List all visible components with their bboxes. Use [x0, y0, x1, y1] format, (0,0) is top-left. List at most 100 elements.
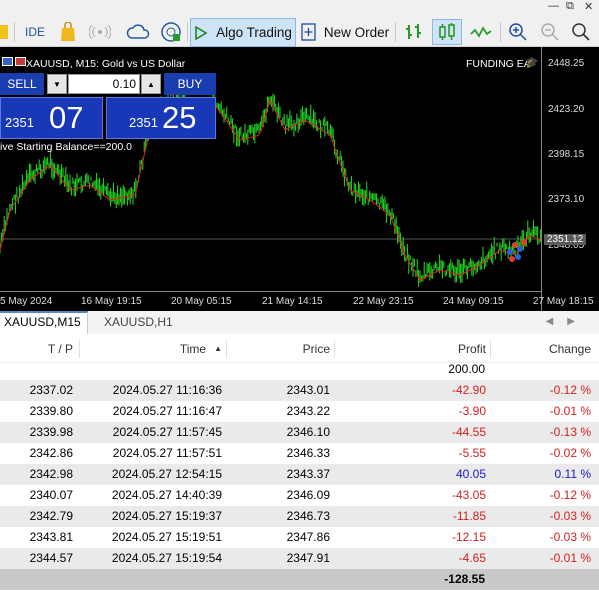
zoom-out-icon[interactable]	[537, 19, 563, 45]
cell-tp: 2344.57	[29, 551, 73, 565]
play-icon	[195, 25, 208, 40]
price-label: 2398.15	[548, 149, 585, 160]
sell-button[interactable]: SELL	[0, 73, 44, 95]
column-separator	[226, 340, 227, 358]
cell-price: 2346.33	[286, 446, 330, 460]
cell-time: 2024.05.27 14:40:39	[111, 488, 222, 502]
ide-label: IDE	[24, 25, 45, 39]
close-icon[interactable]: ✕	[584, 0, 593, 13]
cell-time: 2024.05.27 11:16:36	[112, 383, 222, 397]
tab-scroll-arrows[interactable]: ◀▶	[546, 316, 589, 327]
sell-quote[interactable]: 2351 07	[0, 97, 103, 139]
table-row[interactable]: 2342.79 2024.05.27 15:19:37 2346.73 -11.85 -…	[0, 506, 599, 527]
buy-quote-pips: 25	[162, 100, 197, 135]
table-row[interactable]: 2339.80 2024.05.27 11:16:47 2343.22 -3.90 -0…	[0, 401, 599, 422]
sell-quote-prefix: 2351	[5, 115, 34, 130]
volume-up-button[interactable]: ▲	[141, 74, 161, 94]
cell-tp: 2342.79	[29, 509, 73, 523]
cell-profit: -43.05	[451, 488, 486, 502]
column-separator	[334, 340, 335, 358]
buy-quote[interactable]: 2351 25	[106, 97, 216, 139]
signal-icon[interactable]	[88, 19, 112, 45]
time-label: 22 May 23:15	[353, 296, 414, 307]
time-label: 24 May 09:15	[443, 296, 504, 307]
cell-time: 2024.05.27 15:19:37	[111, 509, 222, 523]
time-label: 20 May 05:15	[171, 296, 232, 307]
volume-input[interactable]: 0.10	[68, 74, 140, 94]
vps-icon[interactable]	[158, 19, 184, 45]
cell-price: 2347.91	[286, 551, 330, 565]
positions-table: T / P Time ▲ Price Profit Change 200.00 2…	[0, 334, 599, 590]
buy-quote-prefix: 2351	[129, 115, 158, 130]
balance-value: 200.00	[448, 362, 485, 376]
cell-tp: 2342.98	[29, 467, 73, 481]
table-row[interactable]: 2344.57 2024.05.27 15:19:54 2347.91 -4.65 -0…	[0, 548, 599, 569]
cell-tp: 2339.80	[29, 404, 73, 418]
cell-price: 2343.01	[286, 383, 330, 397]
separator	[395, 22, 396, 42]
separator	[187, 22, 188, 42]
cell-change: -0.12 %	[549, 488, 591, 502]
table-row[interactable]: 2342.86 2024.05.27 11:57:51 2346.33 -5.55 -0…	[0, 443, 599, 464]
cell-change: -0.12 %	[549, 383, 591, 397]
folder-icon[interactable]	[0, 19, 8, 45]
current-price-label: 2351.12	[544, 234, 587, 245]
line-chart-icon[interactable]	[467, 19, 495, 45]
cell-profit: -12.15	[451, 530, 486, 544]
algo-trading-button[interactable]: Algo Trading	[190, 18, 296, 47]
zoom-in-icon[interactable]	[505, 19, 531, 45]
sell-quote-pips: 07	[49, 100, 84, 135]
trade-marker	[512, 242, 518, 248]
table-row[interactable]: 2343.81 2024.05.27 15:19:51 2347.86 -12.15 -…	[0, 527, 599, 548]
cell-change: -0.03 %	[549, 530, 591, 544]
cell-tp: 2343.81	[29, 530, 73, 544]
shopping-bag-icon[interactable]	[57, 19, 79, 45]
restore-icon[interactable]: ⧉	[566, 0, 574, 13]
search-icon[interactable]	[568, 19, 594, 45]
volume-down-button[interactable]: ▼	[47, 74, 67, 94]
cell-tp: 2337.02	[29, 383, 73, 397]
cell-change: -0.01 %	[549, 404, 591, 418]
chart-tabs: XAUUSD,M15 XAUUSD,H1 ◀▶	[0, 311, 599, 335]
cell-profit: -44.55	[451, 425, 486, 439]
new-order-button[interactable]: New Order	[300, 19, 390, 45]
new-order-icon	[301, 23, 316, 41]
algo-trading-label: Algo Trading	[216, 25, 292, 40]
cell-change: -0.13 %	[549, 425, 591, 439]
price-axis: 2448.25 2423.20 2398.15 2373.10 2348.05 …	[541, 47, 599, 311]
tab-xauusd-h1[interactable]: XAUUSD,H1	[100, 311, 177, 334]
cell-profit: -4.65	[458, 551, 486, 565]
price-label: 2448.25	[548, 58, 585, 69]
time-label: 21 May 14:15	[262, 296, 323, 307]
cell-profit: -11.85	[452, 509, 486, 523]
cell-time: 2024.05.27 12:54:15	[111, 467, 222, 481]
table-row[interactable]: 2339.98 2024.05.27 11:57:45 2346.10 -44.55 -…	[0, 422, 599, 443]
cloud-icon[interactable]	[125, 19, 151, 45]
table-row[interactable]: 2340.07 2024.05.27 14:40:39 2346.09 -43.05 -…	[0, 485, 599, 506]
toolbar: — ⧉ ✕ IDE Algo Trading New Order	[0, 0, 599, 47]
time-axis: 5 May 2024 16 May 19:15 20 May 05:15 21 …	[0, 291, 594, 312]
cell-price: 2343.22	[286, 404, 330, 418]
total-profit: -128.55	[444, 572, 485, 586]
tab-xauusd-m15[interactable]: XAUUSD,M15	[0, 311, 88, 334]
header-time-label: Time	[179, 342, 207, 356]
flag-icon	[2, 57, 13, 66]
cell-profit: 40.05	[455, 467, 486, 481]
table-row[interactable]: 2337.02 2024.05.27 11:16:36 2343.01 -42.90 -…	[0, 380, 599, 401]
separator	[500, 22, 501, 42]
table-row[interactable]: 2342.98 2024.05.27 12:54:15 2343.37 40.05 0.…	[0, 464, 599, 485]
price-label: 2423.20	[548, 104, 585, 115]
candlestick-chart-icon[interactable]	[432, 19, 462, 45]
cell-change: -0.01 %	[549, 551, 591, 565]
cell-tp: 2339.98	[29, 425, 73, 439]
cell-price: 2343.37	[286, 467, 330, 481]
cell-time: 2024.05.27 11:57:51	[112, 446, 222, 460]
bar-chart-icon[interactable]	[401, 19, 427, 45]
flag-icon	[15, 57, 26, 66]
balance-row[interactable]: 200.00	[0, 359, 599, 380]
buy-button[interactable]: BUY	[164, 73, 216, 95]
ide-button[interactable]: IDE	[20, 19, 50, 45]
minimize-icon[interactable]: —	[548, 0, 559, 12]
cell-change: 0.11 %	[554, 467, 591, 481]
trade-marker	[517, 246, 523, 252]
